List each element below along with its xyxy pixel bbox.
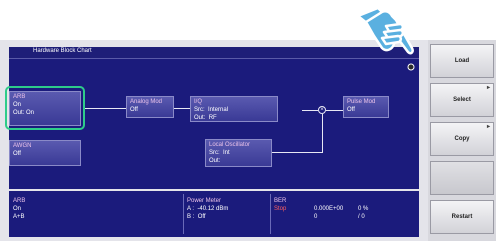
connector-arb-analog xyxy=(84,108,126,109)
local-oscillator-block-title: Local Oscillator xyxy=(209,142,251,148)
lo-src-value: Int xyxy=(223,150,230,156)
window-title: Hardware Block Chart xyxy=(33,48,92,54)
analog-mod-block-title: Analog Mod xyxy=(130,99,163,105)
analog-mod-block-state: Off xyxy=(130,107,138,113)
mixer-symbol: × xyxy=(318,106,326,114)
load-softkey-label: Load xyxy=(454,58,470,64)
iq-src-label: Src: xyxy=(194,107,205,113)
iq-block[interactable]: I/Q Src: Internal Out: RF xyxy=(190,96,278,122)
pulse-mod-block-state: Off xyxy=(347,107,355,113)
ber-value-2: 0 % xyxy=(358,206,369,212)
connector-analog-iq xyxy=(174,108,190,109)
status-arb-output: A+B xyxy=(13,214,25,220)
power-meter-title: Power Meter xyxy=(187,198,222,204)
select-softkey[interactable]: ▸ Select xyxy=(430,83,494,117)
submenu-arrow-icon: ▸ xyxy=(486,124,490,130)
status-ber[interactable]: BER Stop 0.000E+00 0 % 0 / 0 xyxy=(274,197,414,221)
copy-softkey-label: Copy xyxy=(454,136,470,142)
restart-softkey[interactable]: Restart xyxy=(430,200,494,234)
ber-count-2: / 0 xyxy=(358,214,365,220)
awgn-block-state: Off xyxy=(13,151,21,157)
status-arb[interactable]: ARB On A+B xyxy=(13,197,173,221)
awgn-block-title: AWGN xyxy=(13,143,32,149)
pulse-mod-block[interactable]: Pulse Mod Off xyxy=(343,96,389,118)
select-softkey-label: Select xyxy=(453,97,471,103)
power-meter-a-label: A : xyxy=(187,206,195,212)
iq-src-value: Internal xyxy=(208,107,229,113)
ber-value-1: 0.000E+00 xyxy=(314,206,344,212)
analog-mod-block[interactable]: Analog Mod Off xyxy=(126,96,174,118)
blank-softkey[interactable] xyxy=(430,161,494,195)
status-arb-title: ARB xyxy=(13,198,26,204)
restart-softkey-label: Restart xyxy=(451,214,473,220)
connector-iq-mixer xyxy=(302,110,318,111)
lo-src-label: Src: xyxy=(209,150,220,156)
connector-lo-mixer-h xyxy=(272,152,322,153)
pointing-hand-icon xyxy=(356,6,415,71)
power-meter-b-value: Off xyxy=(197,214,206,220)
selection-highlight xyxy=(5,86,85,130)
ber-title: BER xyxy=(274,198,287,204)
lo-out-label: Out: xyxy=(209,158,221,164)
connector-mixer-pulse xyxy=(326,110,343,111)
iq-out-value: RF xyxy=(208,115,217,121)
status-power-meter[interactable]: Power Meter A : -40.12 dBm B : Off xyxy=(187,197,267,221)
load-softkey[interactable]: Load xyxy=(430,44,494,78)
ber-stop-label: Stop xyxy=(274,206,287,212)
power-meter-a-value: -40.12 dBm xyxy=(197,206,229,212)
status-divider-1 xyxy=(183,194,184,234)
ber-count-1: 0 xyxy=(314,214,318,220)
iq-block-title: I/Q xyxy=(194,99,203,105)
pulse-mod-block-title: Pulse Mod xyxy=(347,99,376,105)
power-meter-b-label: B : xyxy=(187,214,195,220)
connector-lo-mixer-v xyxy=(322,114,323,153)
submenu-arrow-icon: ▸ xyxy=(486,85,490,91)
local-oscillator-block[interactable]: Local Oscillator Src: Int Out: xyxy=(205,139,272,167)
status-arb-state: On xyxy=(13,206,22,212)
awgn-block[interactable]: AWGN Off xyxy=(9,140,81,166)
status-divider-2 xyxy=(270,194,271,234)
iq-out-label: Out: xyxy=(194,115,206,121)
copy-softkey[interactable]: ▸ Copy xyxy=(430,122,494,156)
